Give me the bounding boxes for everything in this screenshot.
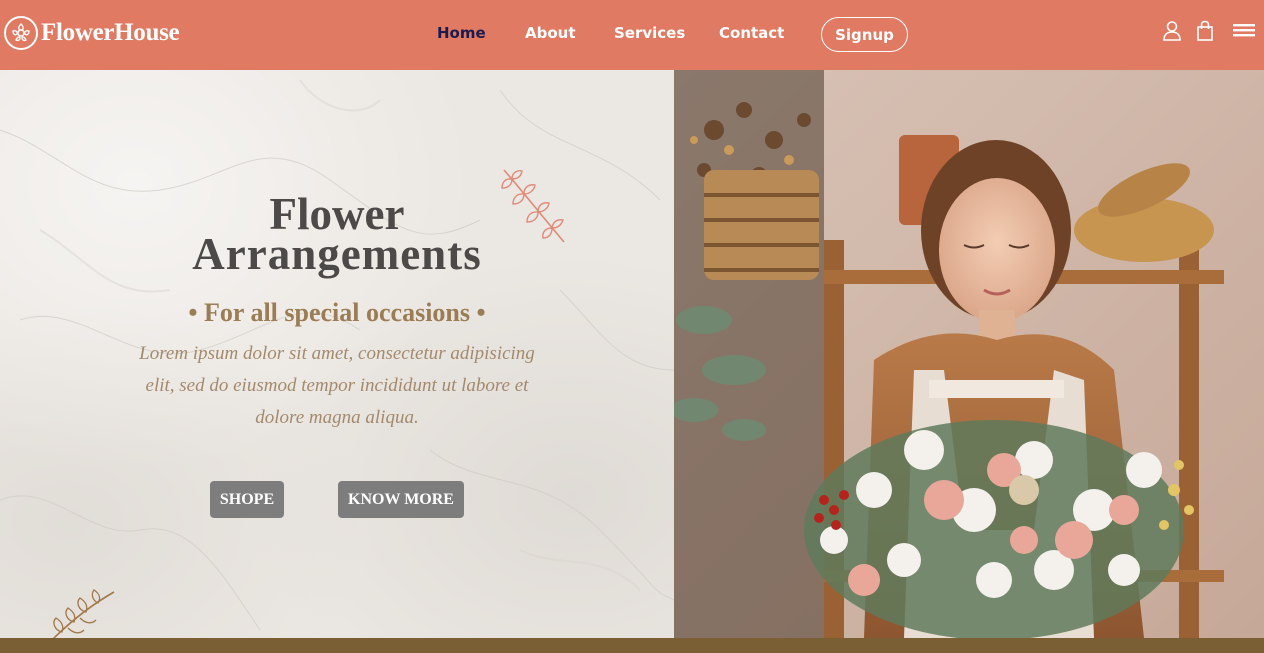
main-nav: Home About Services Contact Signup (0, 0, 1264, 70)
bottom-divider-bar (0, 638, 1264, 653)
nav-about-link[interactable]: About (525, 24, 576, 42)
hero-title-line1: Flower (269, 189, 405, 239)
nav-contact-link[interactable]: Contact (719, 24, 784, 42)
nav-services-link[interactable]: Services (614, 24, 685, 42)
florist-photo (674, 70, 1264, 638)
shopping-bag-icon[interactable] (1196, 20, 1214, 47)
site-header: FlowerHouse Home About Services Contact … (0, 0, 1264, 70)
know-more-button[interactable]: KNOW MORE (338, 481, 464, 518)
nav-home-link[interactable]: Home (437, 24, 486, 42)
hero-description: Lorem ipsum dolor sit amet, consectetur … (139, 343, 535, 428)
shop-button[interactable]: SHOPE (210, 481, 284, 518)
leaf-branch-icon (52, 589, 115, 638)
menu-icon[interactable] (1233, 24, 1255, 45)
hero-section: Flower Arrangements • For all special oc… (0, 70, 674, 638)
hero-subtitle: • For all special occasions • (188, 298, 486, 327)
hero-title-line2: Arrangements (192, 229, 482, 279)
user-icon[interactable] (1162, 20, 1182, 47)
signup-button[interactable]: Signup (821, 17, 908, 52)
